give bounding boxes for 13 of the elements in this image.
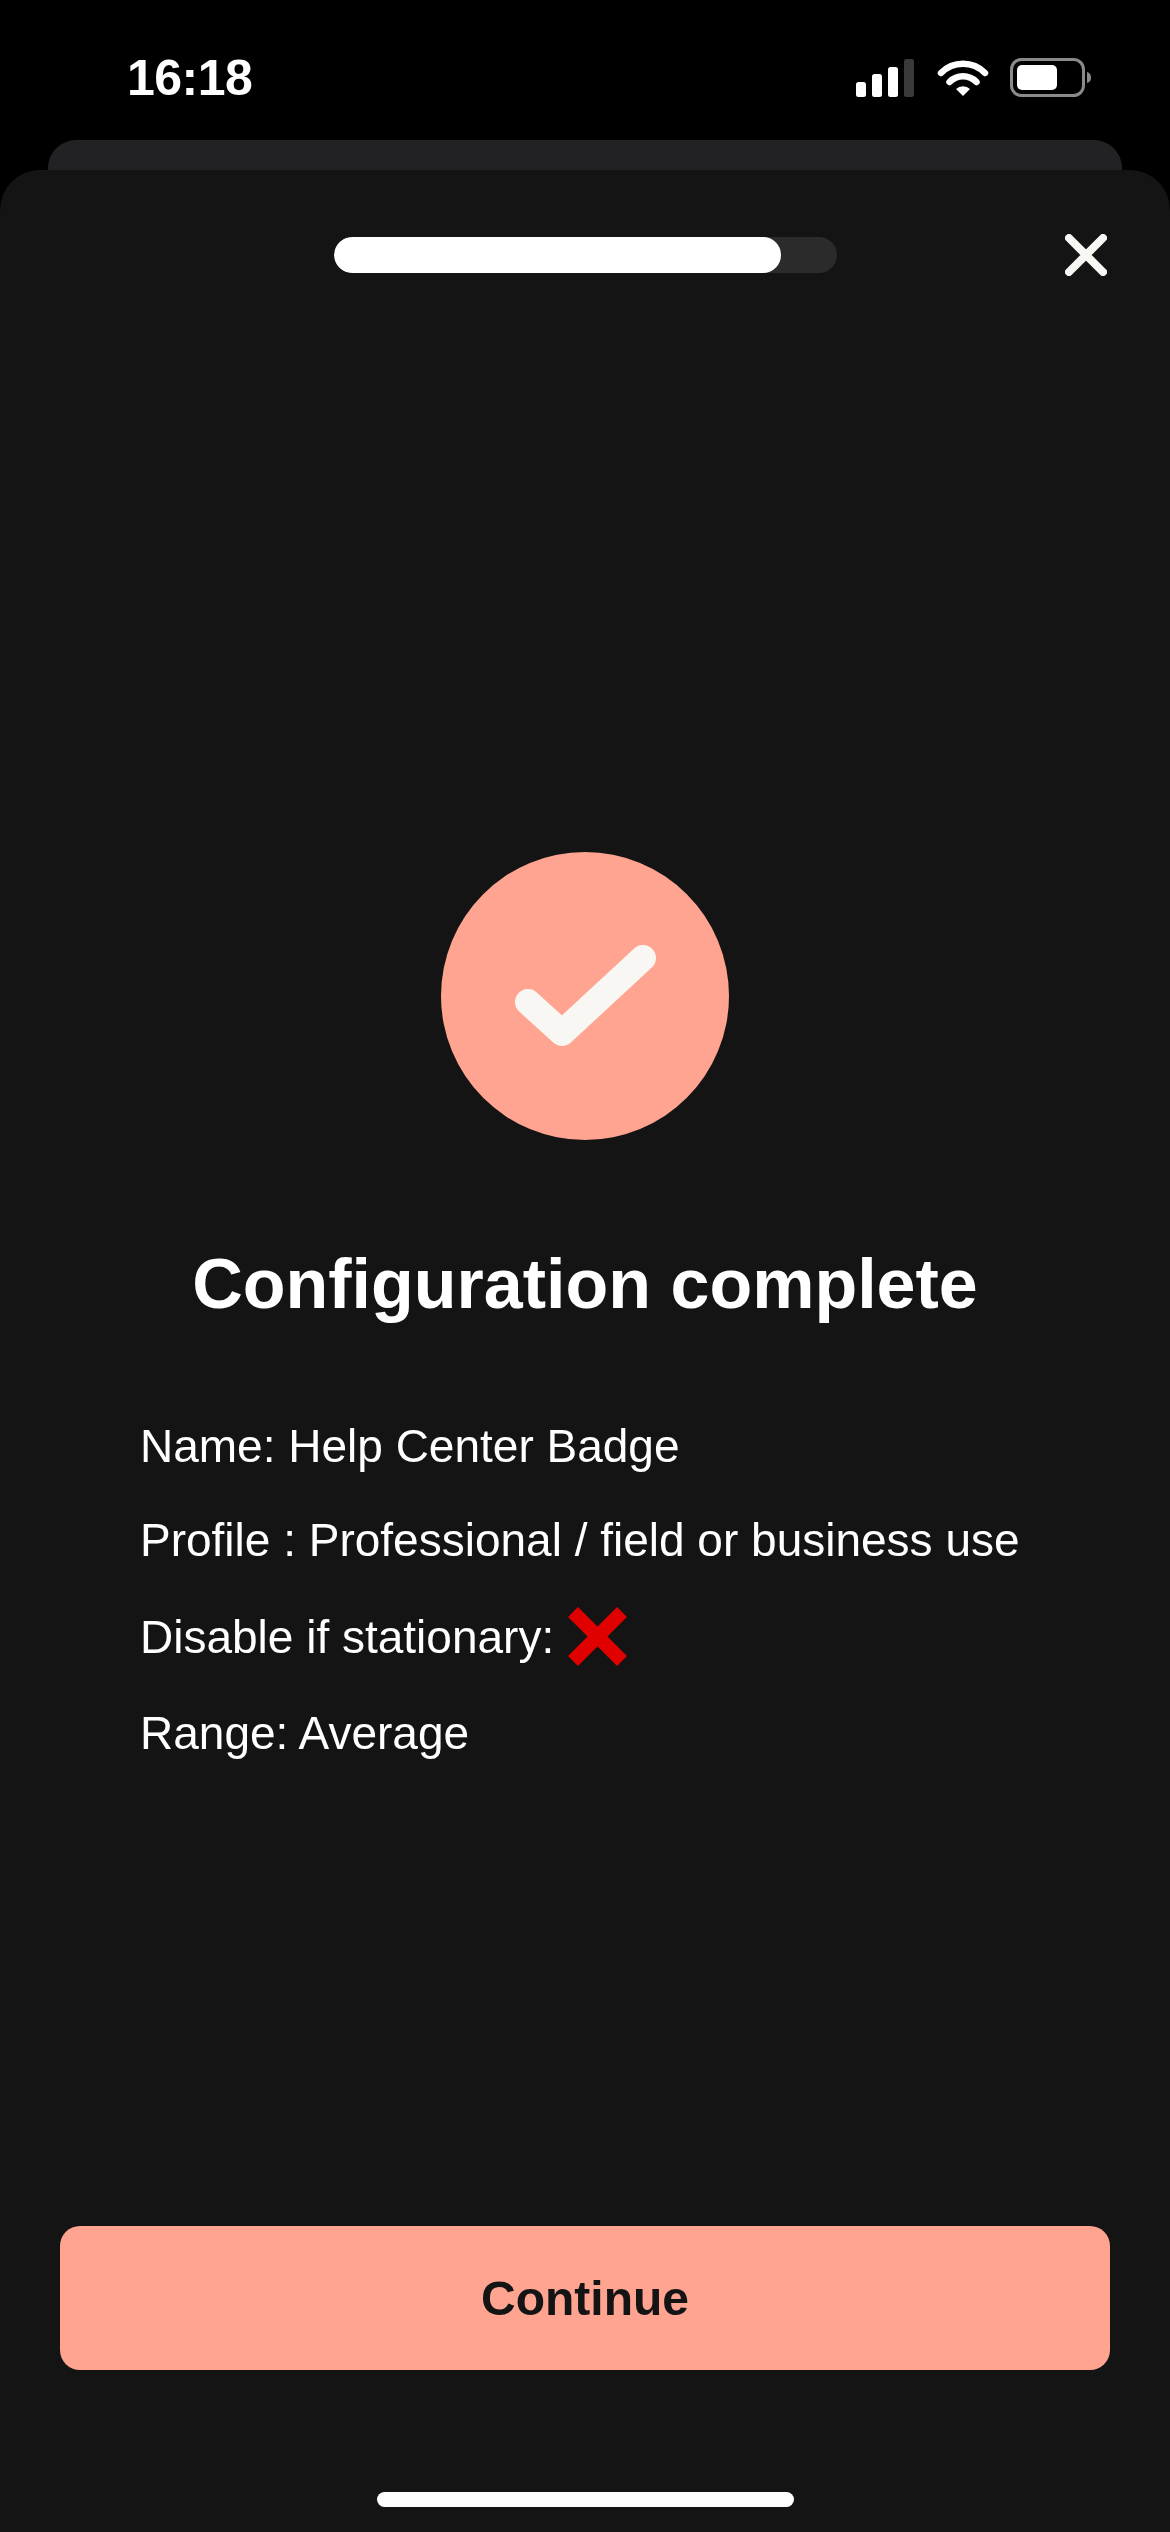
wifi-icon bbox=[937, 58, 989, 97]
detail-text: Name: Help Center Badge bbox=[140, 1419, 681, 1474]
close-icon bbox=[1065, 234, 1107, 276]
detail-text: Profile : Professional / field or business use bbox=[140, 1513, 1021, 1568]
check-circle-icon bbox=[441, 852, 729, 1140]
battery-icon bbox=[1010, 58, 1092, 97]
close-button[interactable] bbox=[1065, 234, 1107, 276]
detail-text: Disable if stationary: bbox=[140, 1609, 555, 1665]
signal-icon bbox=[856, 58, 916, 97]
detail-text: Range: Average bbox=[140, 1706, 471, 1761]
continue-button[interactable]: Continue bbox=[60, 2226, 1110, 2370]
title: Configuration complete bbox=[191, 1244, 979, 1325]
status-time: 16:18 bbox=[127, 52, 253, 103]
